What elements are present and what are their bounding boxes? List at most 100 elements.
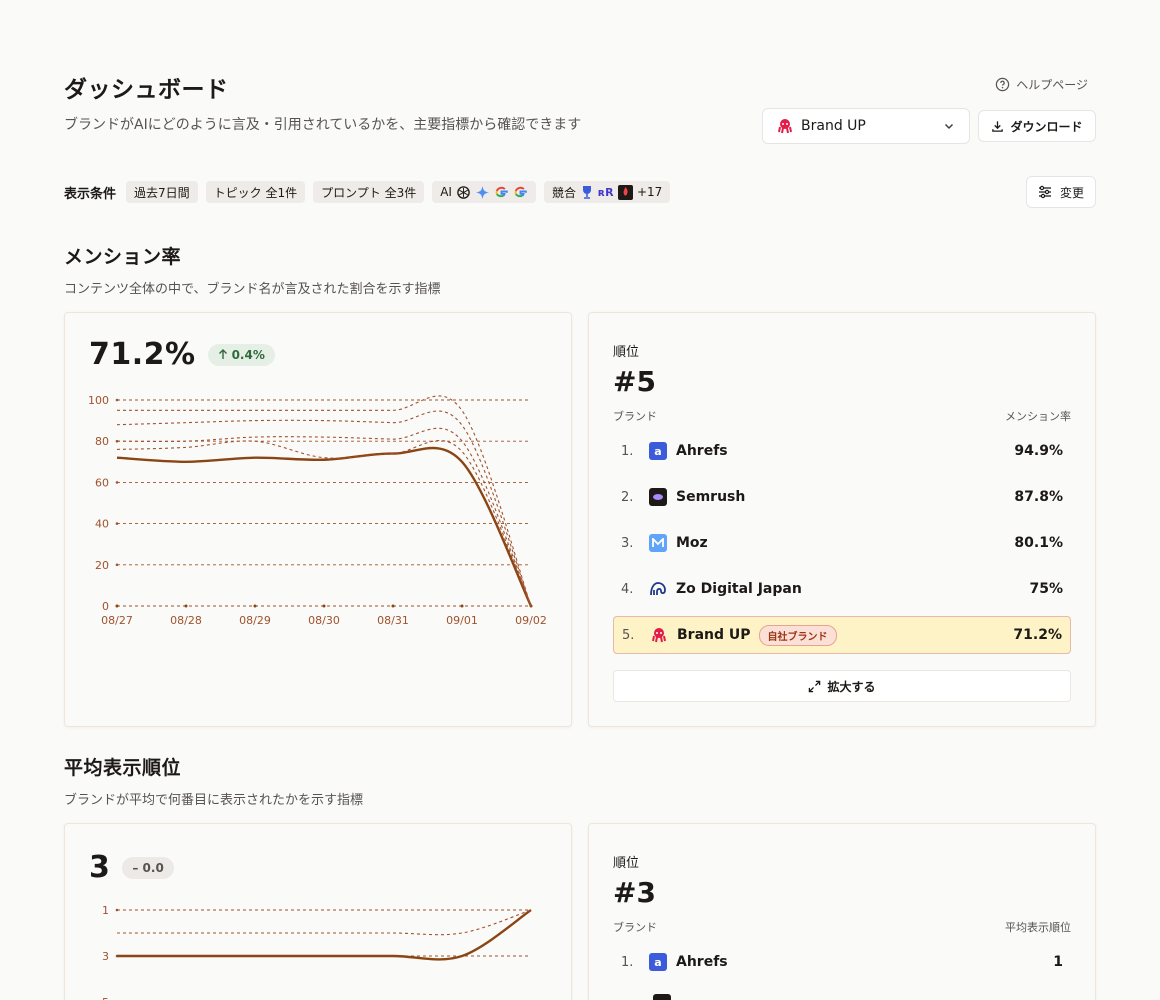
expand-label: 拡大する <box>827 679 876 694</box>
gemini-icon <box>475 185 490 199</box>
brand-metric: 80.1% <box>1014 535 1063 551</box>
ahrefs-logo-icon: a <box>649 442 667 460</box>
page-title: ダッシュボード <box>64 77 229 103</box>
y-tick-label: 5 <box>102 996 109 1000</box>
brand-name: Ahrefs <box>676 954 728 970</box>
brand-metric: 94.9% <box>1014 443 1063 459</box>
expand-icon <box>809 680 821 692</box>
x-tick-label: 08/28 <box>170 614 202 627</box>
col-metric: メンション率 <box>1005 410 1071 423</box>
tick-dot <box>115 522 119 525</box>
sliders-icon <box>1038 185 1051 199</box>
filter-period-chip[interactable]: 過去7日間 <box>126 181 198 203</box>
tick-dot <box>115 563 119 567</box>
brand-name: Zo Digital Japan <box>676 581 802 597</box>
mention-line-chart: 0 20 40 60 80 100 08/27 08/28 08/29 08/30 08/31 09/… <box>88 394 547 627</box>
trophy-icon <box>582 185 591 199</box>
rank-row[interactable]: 1. a Ahrefs 1 <box>613 943 1071 981</box>
avg-chart-card: 3 – 0.0 1 3 5 <box>64 823 572 1000</box>
avg-delta-badge: – 0.0 <box>122 856 174 879</box>
x-tick-label: 08/27 <box>101 614 133 627</box>
series-line-own <box>116 446 533 607</box>
moz-logo-icon <box>649 534 667 552</box>
series-line-competitor <box>117 909 532 936</box>
x-tick-label: 09/01 <box>446 614 478 627</box>
google-icon <box>495 186 508 197</box>
filter-competitor-label: 競合 <box>551 185 576 200</box>
own-brand-badge: 自社ブランド <box>758 624 837 646</box>
brand-name: Moz <box>676 535 708 551</box>
octopus-icon <box>650 626 668 644</box>
rank-number: 1. <box>621 954 634 970</box>
x-tick-dot <box>184 604 188 608</box>
rank-row-own[interactable]: 5. Brand UP 自社ブランド 71.2% <box>613 616 1071 654</box>
y-tick-label: 40 <box>95 518 109 531</box>
y-tick-label: 100 <box>88 394 109 407</box>
series-line-competitor <box>116 410 532 607</box>
y-tick-label: 1 <box>102 904 109 917</box>
rank-row[interactable]: 1. a Ahrefs 94.9% <box>613 432 1071 470</box>
tick-dot <box>115 481 119 484</box>
filter-ai-chip[interactable]: AI <box>432 181 536 203</box>
brand-name: Ahrefs <box>676 443 728 459</box>
filter-bar: 表示条件 過去7日間 トピック 全1件 プロンプト 全3件 AI 競合 ʀR +… <box>64 181 671 203</box>
semrush-logo-icon <box>649 488 667 506</box>
x-tick-dot <box>391 604 395 608</box>
x-tick-dot <box>460 604 464 608</box>
download-label: ダウンロード <box>1010 119 1083 134</box>
tick-dot <box>115 398 119 402</box>
rank-number: 3. <box>621 535 634 551</box>
mention-chart-card: 71.2% 0.4% 0 20 40 60 80 100 08/27 08/28 08/29 08… <box>64 312 572 727</box>
mention-delta-badge: 0.4% <box>207 343 275 366</box>
x-tick-label: 09/02 <box>515 614 547 627</box>
y-tick-label: 80 <box>95 435 109 448</box>
x-tick-label: 08/30 <box>308 614 340 627</box>
series-line-competitor <box>117 395 532 607</box>
mention-delta: 0.4% <box>231 347 265 362</box>
series-line-competitor <box>116 427 532 607</box>
mention-section-desc: コンテンツ全体の中で、ブランド名が言及された割合を示す指標 <box>64 282 441 297</box>
filter-competitor-chip[interactable]: 競合 ʀR +17 <box>543 181 671 203</box>
help-label: ヘルプページ <box>1016 78 1088 92</box>
rank-row[interactable]: 2. Semrush 87.8% <box>613 478 1071 516</box>
mention-value: 71.2% <box>89 337 196 372</box>
avg-line-chart: 1 3 5 <box>102 904 532 1000</box>
filter-topic-chip[interactable]: トピック 全1件 <box>205 181 306 203</box>
filter-label: 表示条件 <box>64 186 117 202</box>
zo-digital-logo-icon <box>649 580 667 598</box>
series-line-own <box>117 909 532 961</box>
filter-prompt-chip[interactable]: プロンプト 全3件 <box>313 181 425 203</box>
download-button[interactable]: ダウンロード <box>978 110 1096 142</box>
brand-metric: 75% <box>1029 581 1063 597</box>
brand-select[interactable]: Brand UP <box>762 108 970 144</box>
avg-section-desc: ブランドが平均で何番目に表示されたかを示す指標 <box>64 793 364 808</box>
x-tick-dot <box>253 604 257 608</box>
rank-row[interactable]: 3. Moz 80.1% <box>613 524 1071 562</box>
mention-rank-header: ブランド メンション率 <box>613 408 1071 424</box>
y-tick-label: 20 <box>95 559 109 572</box>
brand-metric: 87.8% <box>1014 489 1063 505</box>
rank-number: 1. <box>621 443 634 459</box>
help-link[interactable]: ヘルプページ <box>995 76 1088 93</box>
flame-logo-icon <box>617 184 633 200</box>
col-brand: ブランド <box>613 410 657 423</box>
filter-ai-label: AI <box>440 185 452 199</box>
rank-row[interactable]: 4. Zo Digital Japan 75% <box>613 570 1071 608</box>
rank-number: 2. <box>621 489 634 505</box>
mention-rank-label: 順位 <box>613 345 640 360</box>
avg-rank-card: 順位 #3 ブランド 平均表示順位 1. a Ahrefs 1 <box>588 823 1096 1000</box>
download-icon <box>992 120 1004 132</box>
col-metric: 平均表示順位 <box>1005 921 1071 934</box>
y-tick-label: 3 <box>102 950 109 963</box>
help-icon <box>996 77 1010 92</box>
mention-section-title: メンション率 <box>64 246 182 268</box>
rank-number: 5. <box>622 627 635 643</box>
y-tick-label: 60 <box>95 476 109 489</box>
avg-rank-label: 順位 <box>613 856 640 871</box>
svg-text:ʀR: ʀR <box>598 186 614 199</box>
semrush-logo-icon <box>653 994 671 1000</box>
change-filters-button[interactable]: 変更 <box>1026 176 1096 208</box>
avg-value: 3 <box>89 850 111 885</box>
expand-button[interactable]: 拡大する <box>613 670 1071 702</box>
x-tick-dot <box>322 604 326 608</box>
